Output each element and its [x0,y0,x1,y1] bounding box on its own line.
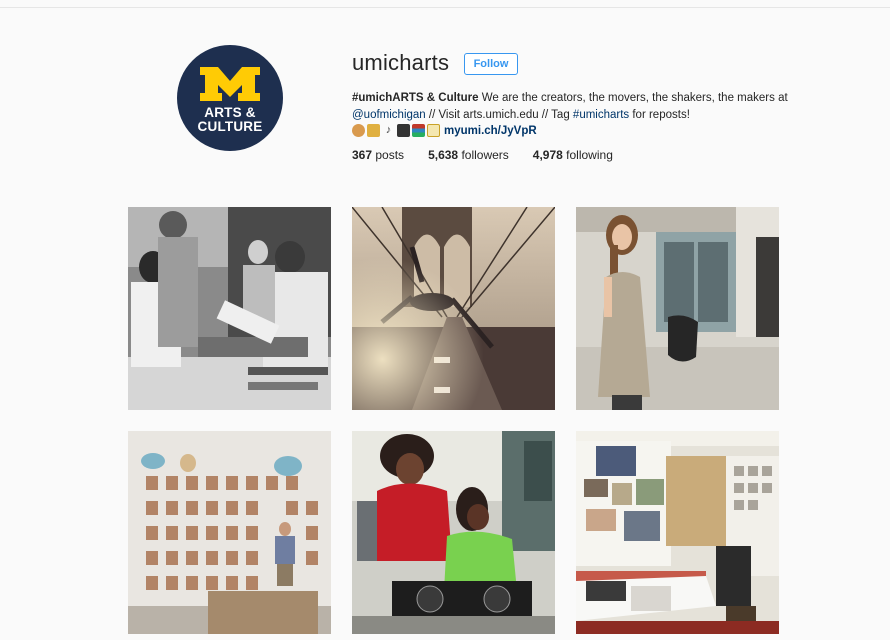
bio-title: #umichARTS & Culture [352,92,479,104]
palette-emoji-icon [352,124,365,138]
emoji-row: ♪ [352,124,440,138]
top-bar [0,0,890,8]
follow-button[interactable]: Follow [464,53,518,75]
memo-emoji-icon [427,124,440,138]
post-dj-girls-photo[interactable] [352,431,555,634]
post-girl-portrait-photo[interactable] [576,207,779,410]
bio-text-3: for reposts! [629,108,690,121]
profile-bio: #umichARTS & Culture We are the creators… [352,90,792,140]
post-ceramics-wall-photo[interactable] [128,431,331,634]
posts-stat: 367 posts [352,148,405,162]
mention-link[interactable]: @uofmichigan [352,109,426,121]
books-emoji-icon [412,124,425,138]
post-woodcarving-photo[interactable] [128,207,331,410]
bio-text-2: // Visit arts.umich.edu // Tag [425,108,573,121]
saxophone-emoji-icon [367,124,380,138]
block-m-logo [200,66,260,101]
music-notes-emoji-icon: ♪ [385,124,392,137]
profile-stats: 367 posts 5,638 followers 4,978 followin… [352,148,613,162]
bio-text-1: We are the creators, the movers, the sha… [478,92,788,104]
profile-avatar[interactable]: ARTS & CULTURE [177,45,283,151]
post-bridge-dancer-photo[interactable] [352,207,555,410]
profile-username: umicharts [352,50,450,75]
followers-stat[interactable]: 5,638 followers [428,148,509,162]
hashtag-link[interactable]: #umicharts [573,109,629,121]
clapperboard-emoji-icon [397,124,410,138]
following-stat[interactable]: 4,978 following [533,148,613,162]
avatar-label: ARTS & CULTURE [197,104,263,134]
post-art-studio-photo[interactable] [576,431,779,634]
profile-url-link[interactable]: myumi.ch/JyVpR [444,125,537,137]
